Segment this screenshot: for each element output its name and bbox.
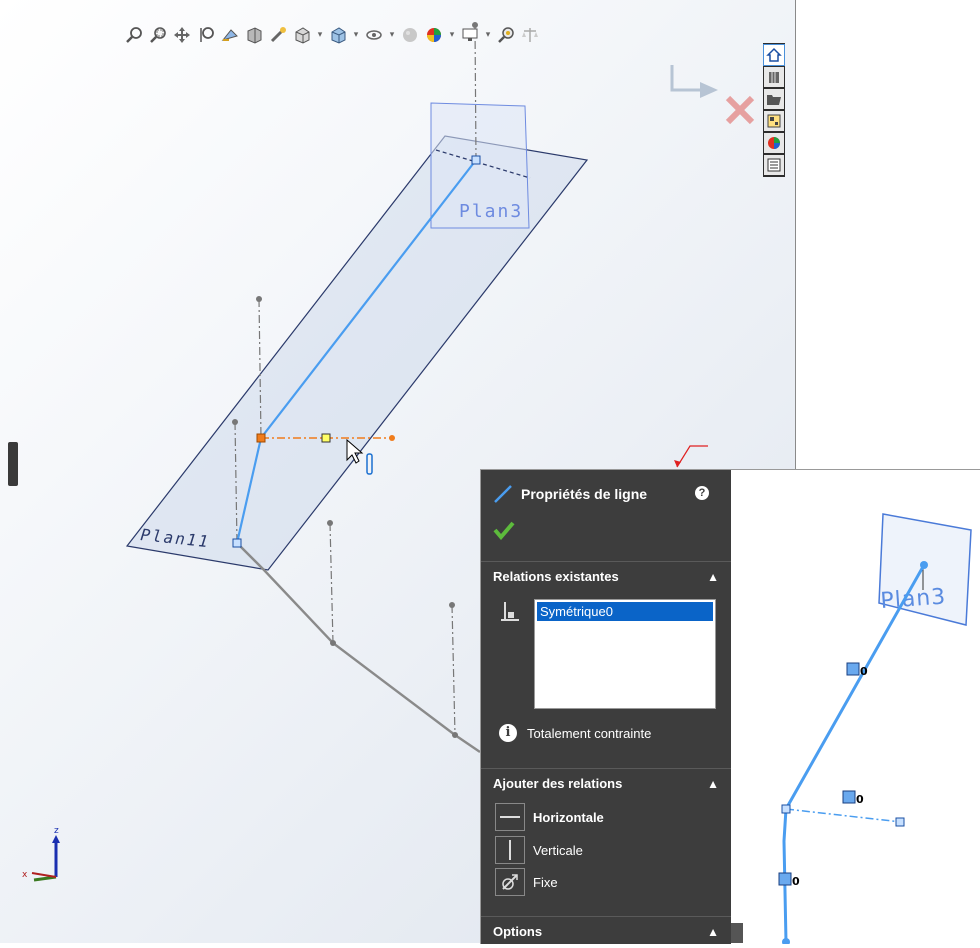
fixed-relation-icon xyxy=(495,868,525,896)
line-icon xyxy=(494,485,512,503)
dynamic-annotation-icon[interactable] xyxy=(268,25,288,45)
view-orientation-icon[interactable] xyxy=(292,25,312,45)
scale-icon[interactable] xyxy=(520,25,540,45)
collapse-chevron-icon: ▲ xyxy=(707,569,719,584)
heads-up-toolbar: ▾ ▾ ▾ ▾ ▾ xyxy=(124,24,540,46)
inset-resize-handle[interactable] xyxy=(731,923,743,943)
property-title: Propriétés de ligne xyxy=(493,484,647,504)
view-palette-icon[interactable] xyxy=(764,111,784,131)
render-tools-icon[interactable] xyxy=(496,25,516,45)
add-horizontal-relation[interactable]: Horizontale xyxy=(495,803,604,831)
property-manager: Propriétés de ligne ? Relations existant… xyxy=(480,469,731,944)
collapse-chevron-icon: ▲ xyxy=(707,924,719,939)
file-explorer-icon[interactable] xyxy=(764,89,784,109)
home-icon[interactable] xyxy=(763,44,785,66)
ok-button[interactable] xyxy=(493,520,515,543)
help-icon[interactable]: ? xyxy=(695,486,709,500)
hide-show-items-icon[interactable] xyxy=(364,25,384,45)
info-icon: i xyxy=(499,724,517,742)
relations-icon xyxy=(501,602,519,621)
display-style-dropdown[interactable]: ▾ xyxy=(352,30,360,40)
zoom-to-fit-icon[interactable] xyxy=(124,25,144,45)
zoom-to-area-icon[interactable] xyxy=(148,25,168,45)
svg-text:0: 0 xyxy=(860,665,868,678)
task-pane-tabs xyxy=(763,43,785,177)
view-settings-icon[interactable] xyxy=(460,25,480,45)
add-fixed-relation[interactable]: Fixe xyxy=(495,868,558,896)
svg-text:0: 0 xyxy=(792,875,800,888)
pan-icon[interactable] xyxy=(172,25,192,45)
constraint-status: i Totalement contrainte xyxy=(499,724,651,742)
panel-collapse-handle[interactable] xyxy=(8,442,18,486)
plan3-label: Plan3 xyxy=(459,201,523,222)
svg-text:0: 0 xyxy=(856,793,864,806)
horizontal-relation-icon xyxy=(495,803,525,831)
existing-relations-header[interactable]: Relations existantes ▲ xyxy=(481,561,731,591)
appearance-dropdown[interactable]: ▾ xyxy=(448,30,456,40)
relations-list[interactable]: Symétrique0 xyxy=(534,599,716,709)
vertical-relation-icon xyxy=(495,836,525,864)
view-orientation-dropdown[interactable]: ▾ xyxy=(316,30,324,40)
cancel-icon xyxy=(725,95,755,125)
relation-item[interactable]: Symétrique0 xyxy=(537,602,713,621)
add-relations-header[interactable]: Ajouter des relations ▲ xyxy=(481,768,731,798)
svg-text:x: x xyxy=(22,870,28,880)
inset-canvas: Plan3 0 0 0 xyxy=(778,513,972,946)
coordinate-triad: z x xyxy=(22,826,60,882)
section-view-icon[interactable] xyxy=(244,25,264,45)
property-title-text: Propriétés de ligne xyxy=(521,486,648,502)
design-library-icon[interactable] xyxy=(764,67,784,87)
zoomed-inset-view: Plan3 0 0 0 xyxy=(731,469,980,946)
apply-scene-icon[interactable] xyxy=(424,25,444,45)
display-style-icon[interactable] xyxy=(328,25,348,45)
previous-view-icon[interactable] xyxy=(220,25,240,45)
appearances-icon[interactable] xyxy=(764,133,784,153)
edit-appearance-icon[interactable] xyxy=(400,25,420,45)
add-vertical-relation[interactable]: Verticale xyxy=(495,836,583,864)
svg-text:z: z xyxy=(54,826,59,836)
custom-properties-icon[interactable] xyxy=(764,155,784,175)
inset-plan3-label: Plan3 xyxy=(880,584,947,614)
checkmark-icon xyxy=(493,521,515,541)
hide-show-dropdown[interactable]: ▾ xyxy=(388,30,396,40)
collapse-chevron-icon: ▲ xyxy=(707,776,719,791)
zoom-in-out-icon[interactable] xyxy=(196,25,216,45)
view-settings-dropdown[interactable]: ▾ xyxy=(484,30,492,40)
options-header[interactable]: Options ▲ xyxy=(481,916,731,946)
